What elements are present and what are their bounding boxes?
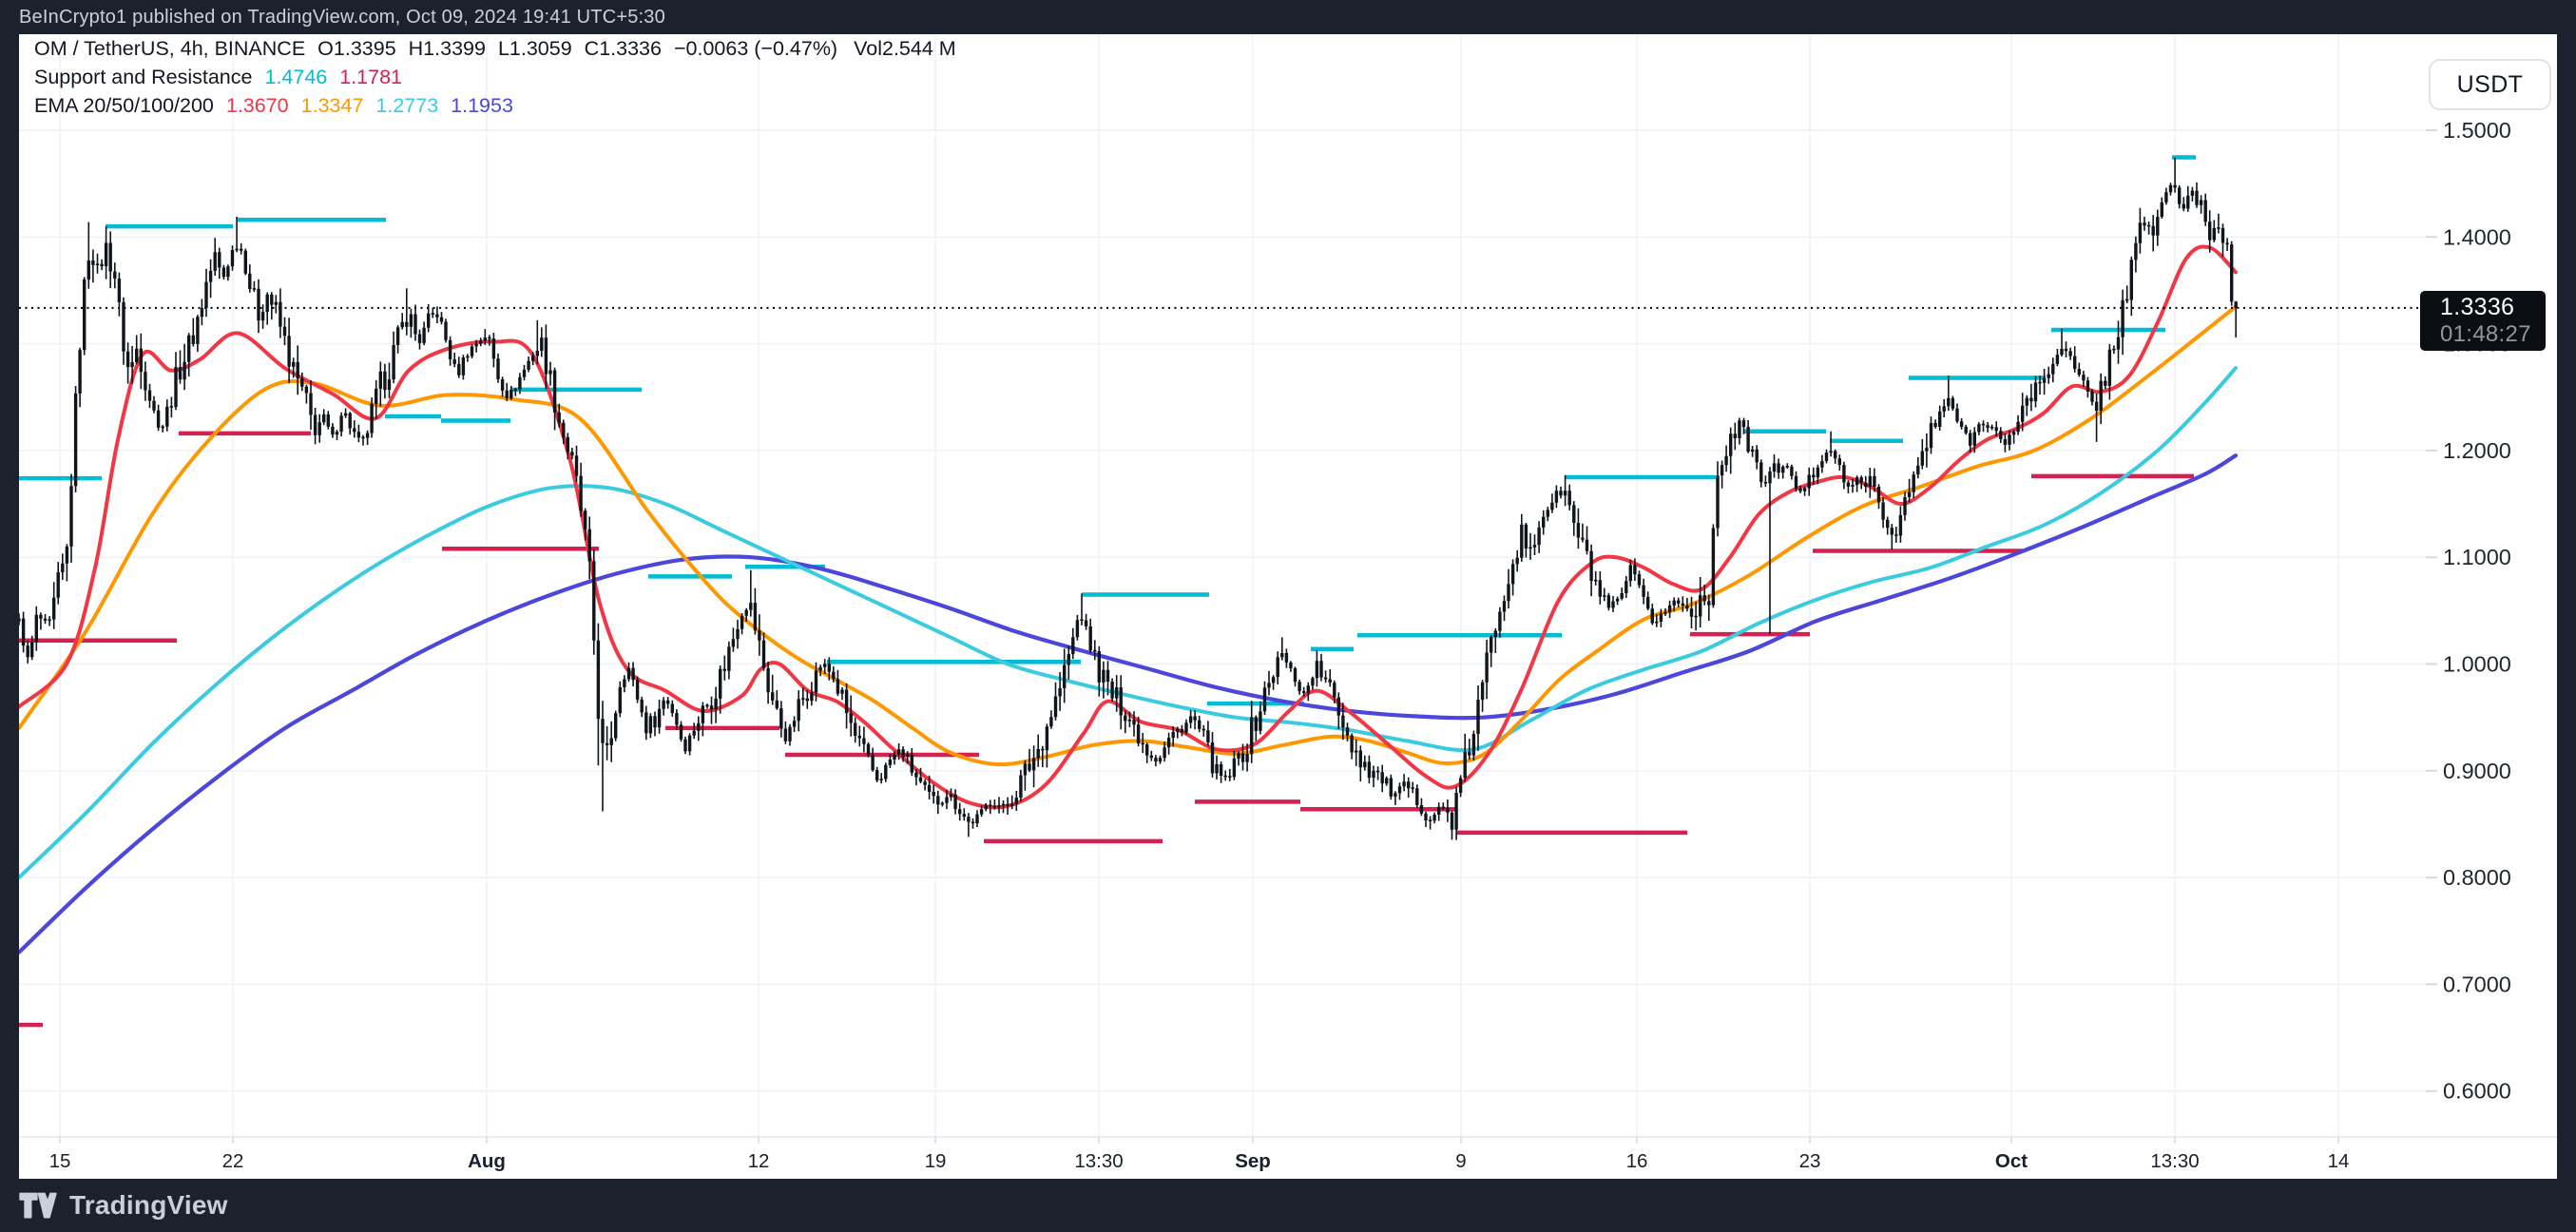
chart-canvas[interactable]: 1.50001.40001.30001.20001.10001.00000.90… [0, 34, 2576, 1179]
currency-toggle-button[interactable]: USDT [2429, 59, 2551, 110]
ohlc-open: O1.3395 [317, 37, 395, 61]
price-axis-label: 1.0000 [2443, 652, 2511, 677]
footer-bar: TradingView [0, 1179, 2576, 1232]
tradingview-snapshot: BeInCrypto1 published on TradingView.com… [0, 0, 2576, 1232]
ema100-value: 1.2773 [375, 94, 438, 118]
ema200-value: 1.1953 [451, 94, 513, 118]
ema50-value: 1.3347 [301, 94, 364, 118]
time-axis-label: 14 [2328, 1150, 2350, 1172]
price-axis-label: 0.6000 [2443, 1079, 2511, 1104]
time-axis-label: Aug [468, 1150, 506, 1172]
tradingview-logo-text: TradingView [69, 1190, 228, 1221]
ohlc-close: C1.3336 [585, 37, 662, 61]
price-axis-label: 1.4000 [2443, 224, 2511, 249]
price-axis-label: 0.8000 [2443, 865, 2511, 890]
last-price-value: 1.3336 [2440, 294, 2546, 321]
chart-legend: OM / TetherUS, 4h, BINANCE O1.3395 H1.33… [34, 37, 956, 123]
time-axis-label: 22 [222, 1150, 244, 1172]
ohlc-low: L1.3059 [498, 37, 572, 61]
price-axis-label: 0.9000 [2443, 759, 2511, 783]
time-axis-label: Oct [1995, 1150, 2028, 1172]
legend-symbol-row: OM / TetherUS, 4h, BINANCE O1.3395 H1.33… [34, 37, 956, 66]
ohlc-high: H1.3399 [409, 37, 486, 61]
time-axis-label: 23 [1799, 1150, 1821, 1172]
price-axis-label: 1.2000 [2443, 438, 2511, 463]
left-frame-strip [0, 34, 19, 1179]
price-change: −0.0063 (−0.47%) [674, 37, 837, 61]
price-axis-label: 1.5000 [2443, 118, 2511, 143]
legend-ema-row: EMA 20/50/100/200 1.3670 1.3347 1.2773 1… [34, 94, 956, 123]
legend-sr-row: Support and Resistance 1.4746 1.1781 [34, 66, 956, 94]
right-frame-strip [2557, 34, 2576, 1179]
sr-support-value: 1.1781 [339, 66, 402, 89]
ema-indicator-label: EMA 20/50/100/200 [34, 94, 214, 118]
price-axis-label: 1.1000 [2443, 545, 2511, 569]
header-bar: BeInCrypto1 published on TradingView.com… [0, 0, 2576, 34]
ema20-value: 1.3670 [226, 94, 289, 118]
time-axis-label: 19 [925, 1150, 947, 1172]
time-axis-label: 13:30 [1074, 1150, 1123, 1172]
tradingview-logo-icon [19, 1189, 57, 1222]
sr-resistance-value: 1.4746 [264, 66, 327, 89]
volume-value: Vol2.544 M [854, 37, 956, 61]
time-axis-label: 13:30 [2150, 1150, 2199, 1172]
bar-countdown: 01:48:27 [2440, 321, 2546, 348]
price-axis-label: 0.7000 [2443, 972, 2511, 996]
sr-indicator-label: Support and Resistance [34, 66, 252, 89]
tradingview-logo[interactable]: TradingView [19, 1179, 228, 1232]
publication-title: BeInCrypto1 published on TradingView.com… [19, 0, 665, 35]
time-axis-label: 16 [1626, 1150, 1648, 1172]
time-axis-label: 15 [49, 1150, 71, 1172]
last-price-label: 1.3336 01:48:27 [2420, 291, 2546, 351]
time-axis-label: 9 [1455, 1150, 1466, 1172]
time-axis-label: Sep [1235, 1150, 1271, 1172]
time-axis-label: 12 [748, 1150, 770, 1172]
symbol-title: OM / TetherUS, 4h, BINANCE [34, 37, 305, 61]
